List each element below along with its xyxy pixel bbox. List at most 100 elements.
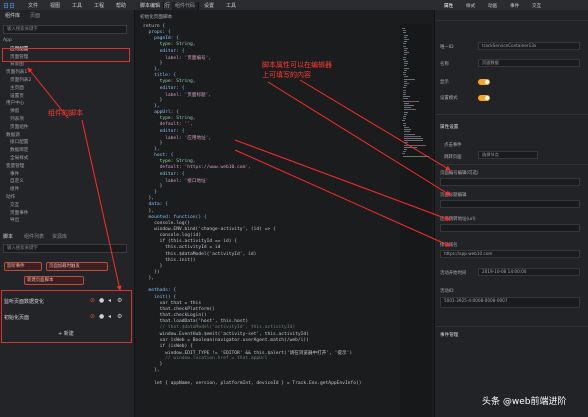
tab-style[interactable]: 样式 bbox=[466, 3, 475, 10]
code-line: window.EventHub.$emit('activity-set', th… bbox=[143, 331, 309, 337]
minimap-line bbox=[403, 80, 407, 82]
code-line: label: '页面编号', bbox=[143, 55, 212, 61]
settings-icon[interactable]: ⚙ bbox=[117, 297, 122, 304]
delete-icon[interactable]: ⊘ bbox=[90, 313, 95, 320]
tree-item[interactable]: 动作 bbox=[6, 194, 15, 200]
tree-item[interactable]: 组件 bbox=[10, 186, 19, 192]
tree-item[interactable]: 用户中心 bbox=[6, 100, 24, 106]
settings-icon[interactable]: ⚙ bbox=[117, 313, 122, 320]
script-item-init[interactable]: 初始化页面 bbox=[4, 314, 29, 321]
tree-item[interactable]: App bbox=[3, 38, 12, 43]
tree-item[interactable]: 设置页 bbox=[10, 93, 24, 99]
tab-events[interactable]: 事件 bbox=[510, 3, 519, 10]
tree-item[interactable]: 数据绑定 bbox=[10, 147, 28, 153]
component-search-input[interactable]: 输入搜索关键字 bbox=[3, 25, 127, 34]
tab-interaction[interactable]: 交互 bbox=[532, 3, 541, 10]
activity-id-label: 活动ID bbox=[440, 289, 454, 294]
menu-item[interactable]: 工程 bbox=[94, 2, 104, 9]
divider bbox=[435, 20, 588, 21]
code-line: if (isWeb) { bbox=[143, 343, 193, 349]
sound-icon[interactable]: ◂ bbox=[108, 313, 111, 320]
visible-icon[interactable]: ● bbox=[99, 297, 104, 304]
prop-field-page-id[interactable] bbox=[440, 178, 580, 186]
tree-item[interactable]: 列表项 bbox=[10, 116, 24, 122]
code-minimap[interactable] bbox=[400, 24, 432, 417]
tree-item[interactable]: 页面列表1 bbox=[6, 69, 27, 75]
tab-pages[interactable]: 页面 bbox=[30, 12, 40, 20]
tab-component-list[interactable]: 组件列表 bbox=[24, 233, 44, 241]
tab-component-code[interactable]: 组件代码 bbox=[172, 2, 200, 10]
script-chip-onload[interactable]: 页面加载时触发 bbox=[46, 262, 108, 271]
code-line: title: { bbox=[143, 73, 177, 79]
minimap-line bbox=[402, 120, 405, 122]
code-line: type: String, bbox=[143, 79, 196, 85]
code-line: let { appName, version, platformInt, dev… bbox=[143, 380, 362, 386]
tree-item[interactable]: 接口配置 bbox=[10, 139, 28, 145]
node-select[interactable]: 选择节点 bbox=[478, 151, 538, 159]
minimap-line bbox=[403, 85, 407, 87]
tree-item[interactable]: 页面事件 bbox=[10, 210, 28, 216]
menu-item[interactable]: 工具 bbox=[226, 2, 236, 9]
code-line: }, bbox=[143, 147, 160, 152]
script-search-input[interactable]: 输入搜索关键字 bbox=[3, 244, 127, 253]
code-line: return { bbox=[143, 24, 166, 29]
code-line: that.checkLogin() bbox=[143, 313, 207, 319]
menu-item[interactable]: 视图 bbox=[50, 2, 60, 9]
tab-component-library[interactable]: 组件库 bbox=[5, 12, 20, 20]
sound-icon[interactable]: ◂ bbox=[108, 297, 111, 304]
minimap-line bbox=[403, 61, 409, 62]
tree-item[interactable]: 弹窗 bbox=[10, 108, 19, 114]
menu-item[interactable]: 帮助 bbox=[116, 2, 126, 9]
tree-item[interactable]: 变量管理 bbox=[6, 163, 24, 169]
script-chip-listen[interactable]: 监听事件 bbox=[4, 262, 42, 271]
script-item-data-change[interactable]: 监听页面数据变化 bbox=[4, 298, 44, 305]
code-line: editor: { bbox=[143, 128, 185, 134]
menu-item[interactable]: 设置 bbox=[204, 2, 214, 9]
tab-scripts[interactable]: 脚本 bbox=[3, 233, 13, 241]
mode-toggle[interactable] bbox=[478, 95, 490, 101]
visible-icon[interactable]: ● bbox=[99, 313, 104, 320]
script-chip-new[interactable]: 新建页面脚本 bbox=[24, 276, 84, 285]
tab-properties[interactable]: 属性 bbox=[444, 3, 453, 10]
tree-item[interactable]: 主页面 bbox=[10, 85, 24, 91]
visible-toggle[interactable] bbox=[478, 79, 490, 85]
minimap-line bbox=[403, 69, 407, 71]
delete-icon[interactable]: ⊘ bbox=[90, 297, 95, 304]
tree-item[interactable]: 数据源 bbox=[6, 132, 20, 138]
tab-animation[interactable]: 动画 bbox=[488, 3, 497, 10]
tab-resources[interactable]: 资源库 bbox=[52, 233, 67, 241]
minimap-line bbox=[403, 100, 419, 102]
editor-breadcrumb: 初始化页面脚本 bbox=[140, 15, 173, 20]
code-line: var that = this bbox=[143, 300, 202, 306]
date-label: 活动开始时间 bbox=[440, 271, 467, 276]
tree-item[interactable]: 事件 bbox=[10, 171, 19, 177]
field-label-name: 名称 bbox=[440, 62, 449, 67]
id-field[interactable]: trackServiceContainer13x bbox=[478, 42, 580, 50]
prop-field-host[interactable]: https://app.web10.com bbox=[440, 250, 580, 258]
minimap-line bbox=[403, 113, 407, 115]
tree-item[interactable]: 导出 bbox=[10, 217, 19, 223]
tree-item[interactable]: 页面组件 bbox=[10, 124, 28, 130]
tree-item[interactable]: 交互 bbox=[10, 202, 19, 208]
tree-item[interactable]: 全局样式 bbox=[10, 155, 28, 161]
tree-item[interactable]: 背景图 bbox=[10, 61, 24, 67]
code-line: this.$dataModel('activityId', id) bbox=[143, 251, 257, 257]
prop-field-title[interactable] bbox=[440, 200, 580, 208]
code-line: } bbox=[143, 263, 163, 269]
menu-item[interactable]: 工具 bbox=[72, 2, 82, 9]
tree-item[interactable]: 页面列表2 bbox=[10, 77, 31, 83]
code-line: type: String, bbox=[143, 159, 196, 165]
name-field[interactable]: 页面数据 bbox=[478, 59, 580, 67]
tab-script-editor[interactable]: 脚本编辑 bbox=[137, 2, 165, 10]
date-field[interactable]: 2019-10-08 14:00:00 bbox=[478, 268, 580, 276]
prop-field-url[interactable] bbox=[440, 224, 580, 232]
sub-item-jump: 跳转页面 bbox=[444, 155, 462, 160]
tree-item[interactable]: 自定义 bbox=[10, 178, 24, 184]
menu-item[interactable]: 文件 bbox=[28, 2, 38, 9]
add-script-button[interactable]: + 新建 bbox=[58, 330, 74, 337]
properties-panel bbox=[434, 10, 588, 417]
activity-id-field[interactable]: 5001-3925-4-0008-0008-0007 bbox=[440, 297, 580, 308]
highlight-box-selected-component bbox=[2, 48, 130, 62]
code-line: editor: { bbox=[143, 171, 185, 177]
minimap-line bbox=[402, 94, 406, 95]
